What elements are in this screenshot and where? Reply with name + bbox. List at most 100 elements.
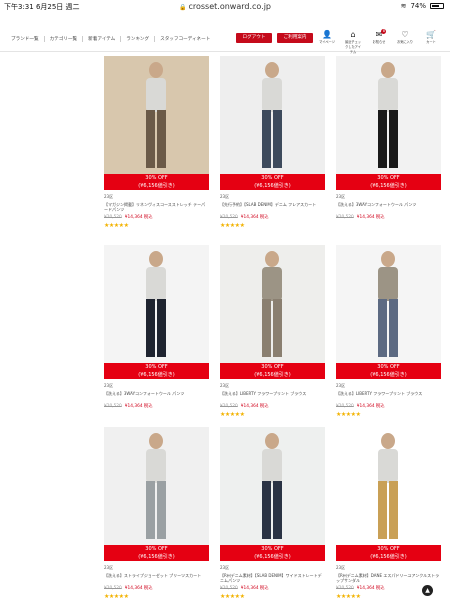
header-mail-link[interactable]: ✉ 8 お知らせ bbox=[370, 29, 388, 54]
product-image[interactable] bbox=[220, 245, 325, 363]
header-icon-label: お気に入り bbox=[397, 40, 413, 44]
header-recent-link[interactable]: ⌂ 最近チェックしたアイテム bbox=[344, 30, 362, 54]
header-icon-label: お知らせ bbox=[372, 40, 386, 44]
product-name[interactable]: 【マガジン掲載】リネンヴィスコースストレッチ テーパードパンツ bbox=[104, 202, 209, 212]
sale-price: ¥14,364 税込 bbox=[124, 215, 153, 220]
discount-percent: 30% OFF bbox=[145, 364, 168, 370]
product-card[interactable]: 30% OFF (¥6,156値引き) 23区【R州デニム素材】【SLAB DENI… bbox=[220, 427, 325, 600]
nav-item-ranking[interactable]: ランキング bbox=[121, 36, 156, 42]
discount-percent: 30% OFF bbox=[145, 546, 168, 552]
product-card[interactable]: 30% OFF (¥6,156値引き) 23区 【洗える】LIBERTY フラワープリ… bbox=[336, 245, 441, 418]
logout-button[interactable]: ログアウト bbox=[236, 33, 272, 43]
product-brand: 23区 bbox=[220, 383, 230, 388]
wifi-icon: ≋ bbox=[400, 2, 407, 10]
sale-price: ¥14,364 税込 bbox=[124, 586, 153, 591]
notification-badge: 8 bbox=[381, 29, 387, 34]
product-brand: 23区 bbox=[220, 565, 230, 570]
product-image[interactable] bbox=[336, 427, 441, 545]
star-icon: ★ bbox=[239, 222, 245, 229]
discount-amount: (¥6,156値引き) bbox=[254, 553, 291, 560]
product-card[interactable]: 30% OFF (¥6,156値引き) 23区 【先行予約】【SLAB DENIM】デ… bbox=[220, 56, 325, 229]
product-card[interactable]: 30% OFF (¥6,156値引き) 23区 【洗える】3WAYコンフォートウール … bbox=[104, 245, 209, 411]
battery-percent: 74% bbox=[410, 2, 426, 10]
product-card[interactable]: 30% OFF (¥6,156値引き) 23区【洗える】3WAYコンフォートウール … bbox=[336, 56, 441, 222]
product-card[interactable]: 30% OFF (¥6,156値引き) 23区 【R州デニム素材】DANE エスパドリ… bbox=[336, 427, 441, 600]
sale-price: ¥14,364 税込 bbox=[240, 215, 269, 220]
product-name[interactable]: 【洗える】LIBERTY フラワープリント ブラウス bbox=[220, 391, 325, 401]
original-price: ¥20,520 bbox=[220, 404, 238, 409]
product-card[interactable]: 30% OFF (¥6,156値引き) 23区 【洗える】ストライプジョーゼット プリ… bbox=[104, 427, 209, 600]
header-icon-label: カート bbox=[426, 40, 436, 44]
discount-amount: (¥6,156値引き) bbox=[254, 371, 291, 378]
main-nav: ブランド一覧 カテゴリ一覧 新着アイテム ランキング スタッフコーディネート bbox=[11, 36, 215, 42]
discount-percent: 30% OFF bbox=[377, 364, 400, 370]
address-bar[interactable]: 🔒 crosset.onward.co.jp bbox=[0, 2, 450, 11]
nav-item-categories[interactable]: カテゴリ一覧 bbox=[45, 36, 84, 42]
product-name[interactable]: 【先行予約】【SLAB DENIM】デニム フレアスカート bbox=[220, 202, 325, 212]
product-image[interactable] bbox=[104, 56, 209, 174]
product-image[interactable] bbox=[336, 56, 441, 174]
product-name[interactable]: 【R州デニム素材】【SLAB DENIM】ワイドストレートデニムパンツ bbox=[220, 573, 325, 583]
product-price: ¥20,520 ¥14,364 税込 bbox=[104, 403, 209, 409]
product-name[interactable]: 【洗える】ストライプジョーゼット プリーツスカート bbox=[104, 573, 209, 583]
rating-stars: ★★★★★ bbox=[220, 593, 325, 600]
nav-item-brands[interactable]: ブランド一覧 bbox=[11, 36, 45, 42]
product-price: ¥20,520 ¥14,364 税込 bbox=[336, 214, 441, 220]
original-price: ¥20,520 bbox=[220, 215, 238, 220]
product-name[interactable]: 【洗える】3WAYコンフォートウール パンツ bbox=[336, 202, 441, 212]
battery-icon bbox=[430, 3, 444, 9]
rating-stars: ★★★★★ bbox=[220, 411, 325, 418]
product-image[interactable] bbox=[104, 427, 209, 545]
product-image[interactable] bbox=[336, 245, 441, 363]
sale-price: ¥14,364 税込 bbox=[240, 586, 269, 591]
header-icon-label: マイページ bbox=[319, 40, 335, 44]
header-user-link[interactable]: 👤 マイページ bbox=[318, 30, 336, 54]
product-price: ¥20,520 ¥14,364 税込 bbox=[220, 403, 325, 409]
discount-banner: 30% OFF (¥6,156値引き) bbox=[336, 174, 441, 190]
site-header: ブランド一覧 カテゴリ一覧 新着アイテム ランキング スタッフコーディネート ロ… bbox=[0, 26, 450, 54]
status-right: ≋ 74% bbox=[401, 2, 444, 10]
discount-banner: 30% OFF (¥6,156値引き) bbox=[336, 545, 441, 561]
sale-price: ¥14,364 税込 bbox=[356, 215, 385, 220]
product-price: ¥20,520 ¥14,364 税込 bbox=[220, 214, 325, 220]
original-price: ¥20,520 bbox=[336, 586, 354, 591]
product-image[interactable] bbox=[104, 245, 209, 363]
header-icons: 👤 マイページ ⌂ 最近チェックしたアイテム ✉ 8 お知らせ ♡ お気に入り 🛒 カート bbox=[318, 29, 440, 54]
original-price: ¥20,520 bbox=[336, 404, 354, 409]
product-brand: 23区 bbox=[336, 194, 346, 199]
sale-price: ¥14,364 税込 bbox=[240, 404, 269, 409]
product-price: ¥20,520 ¥14,364 税込 bbox=[336, 403, 441, 409]
discount-percent: 30% OFF bbox=[377, 175, 400, 181]
scroll-top-button[interactable]: ▲ bbox=[422, 585, 433, 596]
product-card[interactable]: 30% OFF (¥6,156値引き) 23区 【マガジン掲載】リネンヴィスコーススト… bbox=[104, 56, 209, 229]
product-image[interactable] bbox=[220, 427, 325, 545]
guide-button[interactable]: ご利用案内 bbox=[277, 33, 313, 43]
lock-icon: 🔒 bbox=[178, 4, 187, 11]
original-price: ¥20,520 bbox=[104, 215, 122, 220]
heart-icon: ♡ bbox=[401, 30, 409, 39]
discount-percent: 30% OFF bbox=[261, 364, 284, 370]
discount-banner: 30% OFF (¥6,156値引き) bbox=[220, 545, 325, 561]
discount-banner: 30% OFF (¥6,156値引き) bbox=[104, 363, 209, 379]
rating-stars: ★★★★★ bbox=[104, 593, 209, 600]
product-name[interactable]: 【R州デニム素材】DANE エスパドリーユアンクルストラップサンダル bbox=[336, 573, 441, 583]
product-price: ¥20,520 ¥14,364 税込 bbox=[220, 585, 325, 591]
nav-item-new[interactable]: 新着アイテム bbox=[83, 36, 122, 42]
product-name[interactable]: 【洗える】3WAYコンフォートウール パンツ bbox=[104, 391, 209, 401]
original-price: ¥20,520 bbox=[220, 586, 238, 591]
header-icon-label: 最近チェックしたアイテム bbox=[345, 40, 361, 54]
product-name[interactable]: 【洗える】LIBERTY フラワープリント ブラウス bbox=[336, 391, 441, 401]
star-icon: ★ bbox=[239, 411, 245, 418]
discount-amount: (¥6,156値引き) bbox=[370, 371, 407, 378]
product-card[interactable]: 30% OFF (¥6,156値引き) 23区【洗える】LIBERTY フラワープリ… bbox=[220, 245, 325, 418]
discount-amount: (¥6,156値引き) bbox=[370, 553, 407, 560]
product-image[interactable] bbox=[220, 56, 325, 174]
header-heart-link[interactable]: ♡ お気に入り bbox=[396, 30, 414, 54]
discount-amount: (¥6,156値引き) bbox=[254, 182, 291, 189]
original-price: ¥20,520 bbox=[104, 404, 122, 409]
product-brand: 23区 bbox=[104, 565, 114, 570]
rating-stars: ★★★★★ bbox=[336, 411, 441, 418]
rating-stars: ★★★★★ bbox=[104, 222, 209, 229]
nav-item-staff-coordinate[interactable]: スタッフコーディネート bbox=[155, 36, 215, 42]
header-cart-link[interactable]: 🛒 カート bbox=[422, 30, 440, 54]
